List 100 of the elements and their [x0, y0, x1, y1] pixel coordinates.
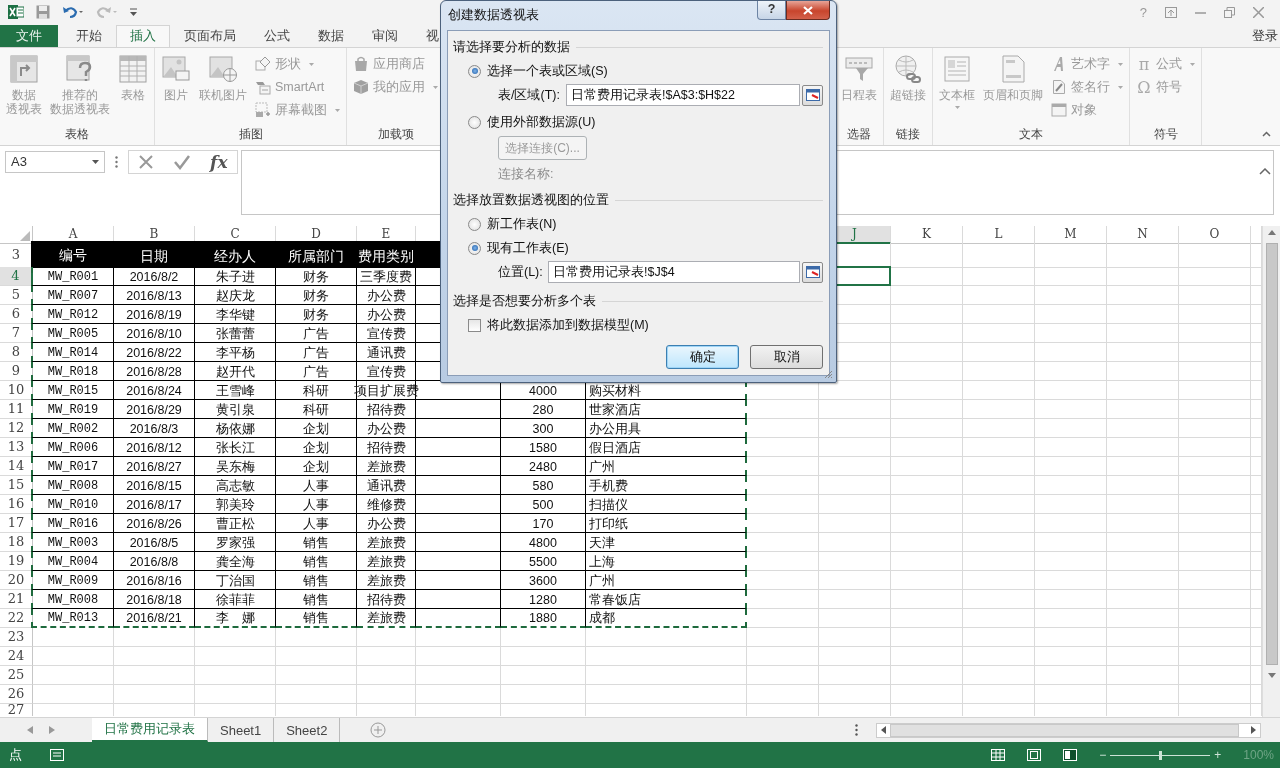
radio-label[interactable]: 新工作表(N): [487, 215, 557, 233]
table-cell[interactable]: MW_R006: [31, 437, 114, 457]
grip-icon[interactable]: [855, 724, 859, 737]
ribbon-tab[interactable]: 数据: [304, 24, 358, 47]
table-cell[interactable]: 天津: [586, 532, 747, 552]
row-header[interactable]: 7: [0, 323, 33, 343]
zoom-in-button[interactable]: +: [1214, 748, 1222, 762]
table-cell[interactable]: 罗家强: [195, 532, 276, 552]
table-cell[interactable]: MW_R005: [31, 323, 114, 343]
row-header[interactable]: 9: [0, 361, 33, 381]
table-cell[interactable]: MW_R007: [31, 285, 114, 305]
page-break-icon[interactable]: [1063, 749, 1078, 761]
table-cell[interactable]: 广告: [276, 342, 357, 362]
table-cell[interactable]: 张蕾蕾: [195, 323, 276, 343]
table-cell[interactable]: 人事: [276, 494, 357, 514]
table-cell[interactable]: 差旅费: [357, 570, 416, 590]
horizontal-scrollbar[interactable]: [876, 722, 1262, 738]
table-cell[interactable]: 2016/8/5: [114, 532, 195, 552]
table-cell[interactable]: 2016/8/21: [114, 608, 195, 628]
table-cell[interactable]: MW_R014: [31, 342, 114, 362]
table-cell[interactable]: MW_R010: [31, 494, 114, 514]
ok-button[interactable]: 确定: [666, 345, 739, 369]
vertical-scrollbar[interactable]: [1262, 225, 1280, 718]
ribbon-tab[interactable]: 插入: [116, 24, 170, 48]
macro-icon[interactable]: [50, 749, 64, 761]
file-tab[interactable]: 文件: [0, 24, 58, 47]
table-cell[interactable]: 差旅费: [357, 608, 416, 628]
row-header[interactable]: 18: [0, 532, 33, 552]
table-cell[interactable]: 办公费: [357, 304, 416, 324]
table-cell[interactable]: 2016/8/24: [114, 380, 195, 400]
radio-label[interactable]: 选择一个表或区域(S): [487, 62, 608, 80]
check-icon[interactable]: [173, 153, 192, 170]
table-cell[interactable]: 500: [501, 494, 586, 514]
ribbon-tab[interactable]: 审阅: [358, 24, 412, 47]
table-cell[interactable]: 5500: [501, 551, 586, 571]
help-button[interactable]: ?: [757, 1, 786, 20]
table-cell[interactable]: 宣传费: [357, 323, 416, 343]
table-cell[interactable]: 2016/8/12: [114, 437, 195, 457]
collapse-ribbon-icon[interactable]: [1262, 130, 1271, 137]
table-cell[interactable]: [416, 437, 501, 457]
table-cell[interactable]: 招待费: [357, 399, 416, 419]
close-button[interactable]: [786, 1, 830, 20]
table-cell[interactable]: 吴东梅: [195, 456, 276, 476]
scroll-down-icon[interactable]: [1267, 672, 1276, 678]
row-header[interactable]: 17: [0, 513, 33, 533]
table-cell[interactable]: 人事: [276, 513, 357, 533]
restore-icon[interactable]: [1224, 7, 1235, 18]
ribbon-tab[interactable]: 公式: [250, 24, 304, 47]
table-cell[interactable]: MW_R001: [31, 266, 114, 286]
table-cell[interactable]: 李华键: [195, 304, 276, 324]
row-header[interactable]: 25: [0, 665, 33, 685]
table-cell[interactable]: 企划: [276, 437, 357, 457]
table-cell[interactable]: 办公费: [357, 418, 416, 438]
table-cell[interactable]: [416, 494, 501, 514]
table-cell[interactable]: [416, 608, 501, 628]
ribbon-tab[interactable]: 开始: [62, 24, 116, 47]
table-cell[interactable]: 赵庆龙: [195, 285, 276, 305]
table-cell[interactable]: 300: [501, 418, 586, 438]
table-cell[interactable]: 580: [501, 475, 586, 495]
scroll-right-icon[interactable]: [1251, 726, 1257, 735]
table-cell[interactable]: 科研: [276, 399, 357, 419]
table-cell[interactable]: MW_R015: [31, 380, 114, 400]
location-field[interactable]: 日常费用记录表!$J$4: [548, 261, 800, 283]
ribbon-tab[interactable]: 视: [412, 24, 453, 47]
ribbon-tab[interactable]: 页面布局: [170, 24, 250, 47]
undo-icon[interactable]: [62, 5, 84, 20]
table-cell[interactable]: 成都: [586, 608, 747, 628]
table-cell[interactable]: 2016/8/22: [114, 342, 195, 362]
table-cell[interactable]: [416, 475, 501, 495]
normal-view-icon[interactable]: [991, 749, 1006, 761]
table-cell[interactable]: 4800: [501, 532, 586, 552]
row-header[interactable]: 12: [0, 418, 33, 438]
table-cell[interactable]: 企划: [276, 456, 357, 476]
table-cell[interactable]: MW_R016: [31, 513, 114, 533]
table-cell[interactable]: 财务: [276, 304, 357, 324]
column-header[interactable]: [1251, 225, 1262, 244]
table-cell[interactable]: 杨依娜: [195, 418, 276, 438]
table-cell[interactable]: 龚全海: [195, 551, 276, 571]
table-header-cell[interactable]: 经办人: [195, 240, 276, 268]
table-cell[interactable]: MW_R008: [31, 589, 114, 609]
table-cell[interactable]: 2016/8/10: [114, 323, 195, 343]
row-header[interactable]: 16: [0, 494, 33, 514]
table-cell[interactable]: MW_R002: [31, 418, 114, 438]
table-cell[interactable]: 差旅费: [357, 532, 416, 552]
table-cell[interactable]: 广告: [276, 323, 357, 343]
table-cell[interactable]: 人事: [276, 475, 357, 495]
table-cell[interactable]: 丁治国: [195, 570, 276, 590]
range-picker-button[interactable]: [802, 261, 823, 283]
collapse-icon[interactable]: [1259, 168, 1271, 175]
table-cell[interactable]: [416, 532, 501, 552]
table-cell[interactable]: 企划: [276, 418, 357, 438]
table-cell[interactable]: 2016/8/27: [114, 456, 195, 476]
table-header-cell[interactable]: 所属部门: [276, 240, 357, 268]
triangle-icon[interactable]: [20, 230, 30, 241]
table-cell[interactable]: 2016/8/26: [114, 513, 195, 533]
checkbox[interactable]: [468, 318, 481, 332]
table-cell[interactable]: 2016/8/29: [114, 399, 195, 419]
table-cell[interactable]: 招待费: [357, 589, 416, 609]
table-cell[interactable]: 销售: [276, 570, 357, 590]
table-cell[interactable]: 郭美玲: [195, 494, 276, 514]
